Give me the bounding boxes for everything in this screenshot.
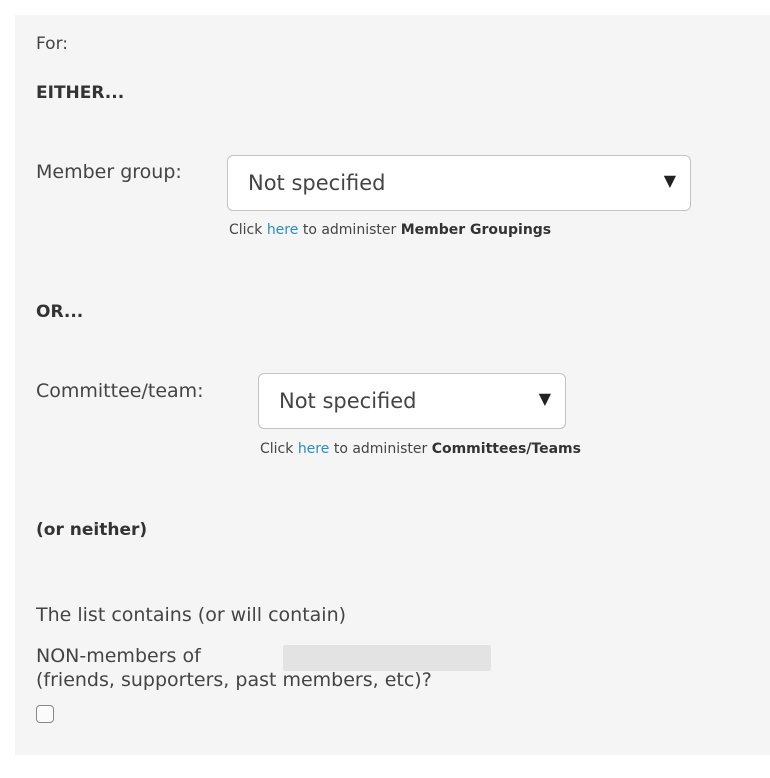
member-group-help: Click here to administer Member Grouping… (229, 222, 551, 238)
triangle-down-icon: ▼ (663, 171, 676, 190)
committee-help: Click here to administer Committees/Team… (260, 441, 581, 457)
member-group-label: Member group: (36, 161, 182, 183)
help-middle: to administer (333, 441, 428, 457)
redacted-organization-name (283, 645, 491, 671)
nonmembers-text-line3: (friends, supporters, past members, etc)… (36, 669, 432, 691)
triangle-down-icon: ▼ (538, 389, 551, 408)
help-target: Member Groupings (400, 222, 552, 238)
help-middle: to administer (302, 222, 397, 238)
committee-selected-value: Not specified (279, 389, 417, 413)
neither-label: (or neither) (36, 520, 148, 540)
help-target: Committees/Teams (431, 441, 581, 457)
committee-label: Committee/team: (36, 380, 204, 402)
either-label: EITHER... (36, 83, 125, 103)
help-prefix: Click (229, 222, 263, 238)
member-groupings-link[interactable]: here (267, 222, 299, 238)
member-group-selected-value: Not specified (248, 171, 386, 195)
nonmembers-checkbox[interactable] (36, 705, 54, 723)
committee-select[interactable]: Not specified ▼ (258, 373, 566, 429)
committees-teams-link[interactable]: here (298, 441, 330, 457)
member-group-select[interactable]: Not specified ▼ (227, 155, 691, 211)
or-label: OR... (36, 302, 84, 322)
help-prefix: Click (260, 441, 294, 457)
nonmembers-text-line2: NON-members of (36, 645, 201, 667)
nonmembers-text-line1: The list contains (or will contain) (36, 604, 347, 626)
for-label: For: (36, 34, 68, 54)
